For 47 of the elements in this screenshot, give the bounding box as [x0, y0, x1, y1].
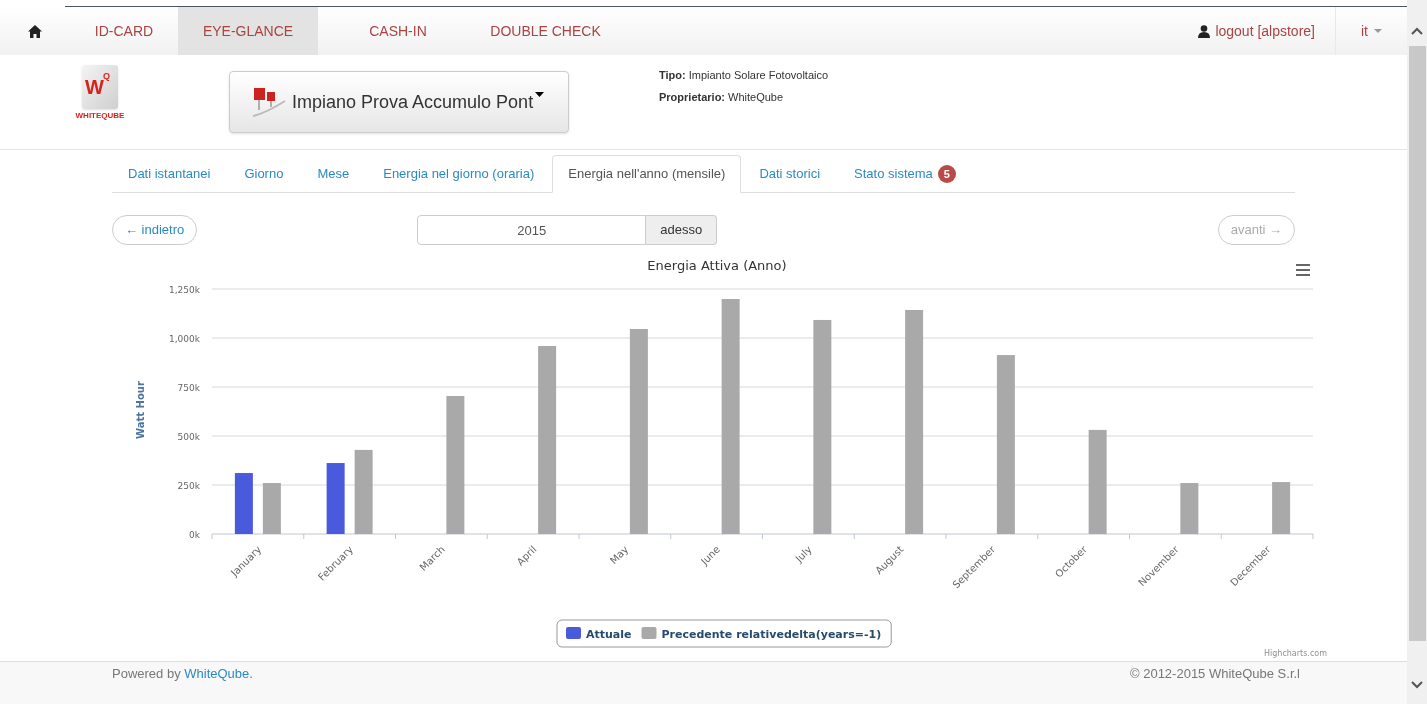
tab[interactable]: Dati istantanei: [112, 155, 227, 193]
count-badge: 5: [937, 164, 956, 184]
tab[interactable]: Dati storici: [743, 155, 837, 193]
powered-by-text: Powered by WhiteQube.: [112, 665, 253, 683]
info-value: WhiteQube: [728, 89, 784, 105]
user-icon: [1198, 24, 1211, 38]
y-axis-label: 500k: [177, 432, 200, 442]
info-value: Impianto Solare Fotovoltaico: [688, 68, 829, 83]
scroll-down-icon[interactable]: [1411, 681, 1423, 689]
tab[interactable]: Energia nell'anno (mensile): [552, 155, 742, 193]
language-dropdown[interactable]: it: [1361, 20, 1382, 42]
plant-dropdown[interactable]: Impiano Prova Accumulo Pont: [229, 71, 569, 133]
copyright-text: © 2012-2015 WhiteQube S.r.l: [1130, 665, 1300, 683]
y-axis-label: 250k: [177, 481, 200, 491]
tab[interactable]: Energia nel giorno (oraria): [367, 155, 551, 193]
tab[interactable]: Stato sistema 5: [838, 155, 972, 193]
chart-title: Energia Attiva (Anno): [647, 258, 787, 273]
legend-label: Attuale: [586, 628, 632, 641]
info-label: Proprietario:: [659, 89, 725, 105]
y-axis-label: 750k: [177, 383, 200, 393]
tab[interactable]: Mese: [301, 155, 366, 193]
scroll-up-icon[interactable]: [1411, 27, 1423, 35]
y-axis-label: 1,000k: [169, 334, 200, 344]
nav-link[interactable]: ID-CARD: [70, 7, 178, 55]
caret-icon: [1374, 29, 1382, 33]
nav-link[interactable]: EYE-GLANCE: [178, 7, 318, 55]
y-axis-label: 1,250k: [169, 285, 200, 295]
logout-link[interactable]: logout [alpstore]: [1215, 20, 1315, 42]
legend-label: Precedente relativedelta(years=-1): [661, 628, 882, 641]
logo-text: WHITEQUBE: [75, 112, 125, 120]
y-axis-title: Watt Hour: [135, 381, 146, 439]
tab[interactable]: Giorno: [228, 155, 300, 193]
year-field[interactable]: 2015: [417, 215, 647, 245]
menu-icon[interactable]: [1296, 264, 1310, 276]
home-icon[interactable]: [28, 24, 42, 38]
nav-link[interactable]: DOUBLE CHECK: [478, 7, 613, 55]
scrollbar[interactable]: [1407, 0, 1427, 704]
y-axis-label: 0k: [189, 530, 200, 540]
logo-letter: Q: [103, 72, 110, 81]
now-button[interactable]: adesso: [646, 215, 718, 245]
chart-credit: Highcharts.com: [1264, 649, 1327, 658]
prev-button[interactable]: ← indietro: [112, 215, 198, 245]
nav-link[interactable]: CASH-IN: [318, 7, 478, 55]
solar-panel-icon: [252, 87, 286, 117]
caret-icon: [535, 92, 545, 97]
logo-letter: W: [85, 77, 104, 97]
info-label: Tipo:: [659, 68, 686, 83]
